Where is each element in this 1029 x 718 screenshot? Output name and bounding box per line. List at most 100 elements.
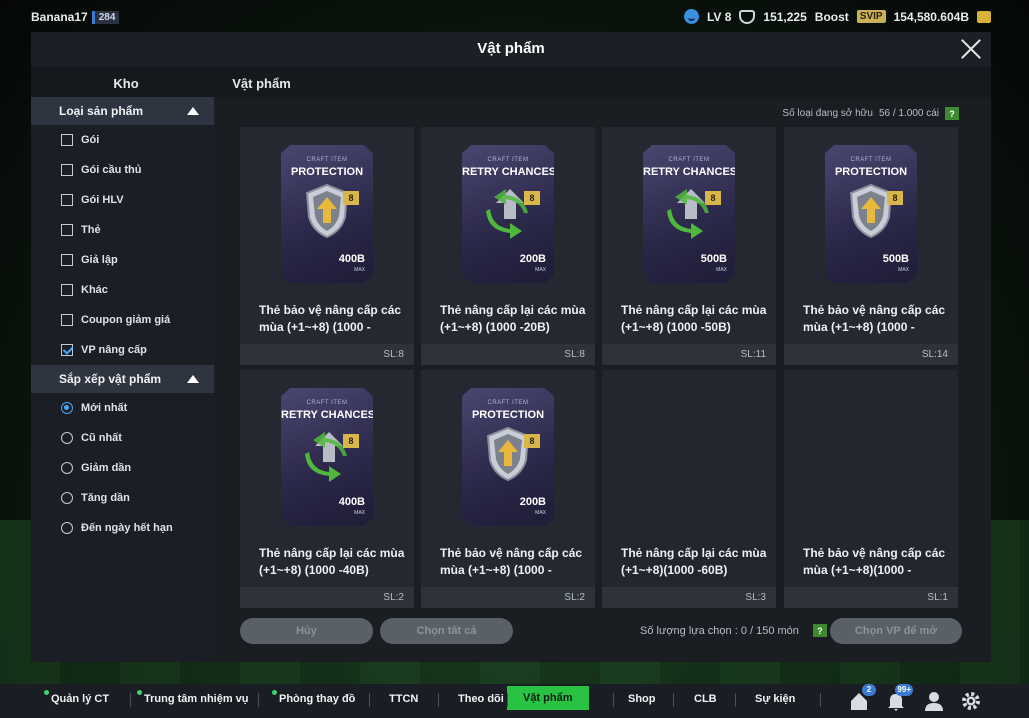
radio-button[interactable] [61,522,73,534]
item-cell[interactable]: Thẻ nâng cấp lại các mùa (+1~+8)(1000 -6… [602,370,776,608]
item-name: Thẻ bảo vệ nâng cấp các mùa (+1~+8) (100… [440,546,583,577]
sort-option[interactable]: Đến ngày hết hạn [31,513,214,543]
cancel-button[interactable]: Hủy [240,618,373,644]
card-value: 500B [882,253,909,265]
checkbox[interactable] [61,314,73,326]
nav-item[interactable]: Shop [628,693,656,705]
home-icon[interactable]: 2 [848,684,876,712]
sort-option[interactable]: Cũ nhất [31,423,214,453]
item-cell[interactable]: CRAFT ITEM PROTECTION 8 400B MAX Thẻ bảo vệ n… [240,127,414,365]
select-all-button[interactable]: Chọn tất cả [380,618,513,644]
filter-option[interactable]: Gói HLV [31,185,214,215]
checkbox[interactable] [61,164,73,176]
radio-button[interactable] [61,432,73,444]
bell-icon[interactable]: 99+ [885,684,913,712]
filter-option-label: Coupon giảm giá [81,314,171,326]
filter-option-label: VP nâng cấp [81,344,147,356]
tab-kho[interactable]: Kho [91,76,161,91]
nav-item[interactable]: Vật phẩm [507,686,589,710]
card-title: PROTECTION [834,166,908,178]
filter-option[interactable]: Gói [31,125,214,155]
nav-item[interactable]: Quản lý CT [44,690,110,705]
notification-dot [272,690,277,695]
item-quantity: SL:8 [240,344,414,365]
profile-icon[interactable] [923,690,945,712]
item-cell[interactable]: Thẻ bảo vệ nâng cấp các mùa (+1~+8)(1000… [784,370,958,608]
radio-button[interactable] [61,402,73,414]
checkbox[interactable] [61,254,73,266]
checkbox[interactable] [61,194,73,206]
sort-option-label: Cũ nhất [81,432,122,444]
settings-gear-icon[interactable] [960,690,982,712]
card-max-label: MAX [898,267,909,273]
user-info[interactable]: Banana17 284 [31,10,120,24]
nav-item[interactable]: Phòng thay đồ [272,690,355,705]
nav-item-label: Sự kiện [755,693,796,705]
nav-item[interactable]: Sự kiện [755,693,795,705]
nav-item[interactable]: CLB [694,693,717,705]
sort-option[interactable]: Giảm dần [31,453,214,483]
item-cell[interactable]: CRAFT ITEM RETRY CHANCES 8 500B MAX Thẻ nâng … [602,127,776,365]
sort-option-label: Tăng dần [81,492,130,504]
nav-item[interactable]: Trung tâm nhiệm vụ [137,690,249,705]
nav-item[interactable]: TTCN [389,693,418,705]
nav-item[interactable]: Theo dõi [458,693,504,705]
card-caption: CRAFT ITEM [306,400,348,406]
filter-option-label: Gói cầu thủ [81,164,142,176]
filter-option[interactable]: Khác [31,275,214,305]
item-name: Thẻ bảo vệ nâng cấp các mùa (+1~+8) (100… [259,303,402,334]
bottom-nav: 2 99+ Quản lý CT Trung tâm nhiệm vụ Phòng … [0,684,1029,718]
help-icon[interactable]: ? [812,624,827,637]
filter-section-header[interactable]: Loại sản phẩm [31,97,214,125]
filter-option[interactable]: Giả lập [31,245,214,275]
filter-option-label: Gói [81,134,100,146]
modal-header: Vật phẩm [31,32,991,67]
checkbox[interactable] [61,134,73,146]
radio-button[interactable] [61,492,73,504]
stats-group: LV 8 151,225 Boost SVIP 154,580.604B [683,9,991,24]
card-caption: CRAFT ITEM [306,157,348,163]
open-items-button[interactable]: Chọn VP để mở [830,618,962,644]
nav-separator [369,693,370,707]
item-cell[interactable]: CRAFT ITEM PROTECTION 8 500B MAX Thẻ bảo vệ n… [784,127,958,365]
card-value: 400B [338,253,365,265]
radio-button[interactable] [61,462,73,474]
card-value: 400B [338,496,365,508]
close-icon[interactable] [959,37,983,61]
checkbox[interactable] [61,284,73,296]
sort-option-label: Mới nhất [81,402,128,414]
item-cell[interactable]: CRAFT ITEM RETRY CHANCES 8 400B MAX Thẻ nâng … [240,370,414,608]
card-title: PROTECTION [471,409,545,421]
filter-option[interactable]: Gói cầu thủ [31,155,214,185]
item-quantity: SL:2 [421,587,595,608]
item-cell[interactable]: CRAFT ITEM PROTECTION 8 200B MAX Thẻ bảo vệ n… [421,370,595,608]
selection-counter: Số lượng lựa chọn : 0 / 150 món ? [640,624,827,637]
card-max-label: MAX [535,510,546,516]
tab-vat-pham[interactable]: Vật phẩm [194,76,329,98]
item-name: Thẻ nâng cấp lại các mùa (+1~+8) (1000 -… [440,303,586,334]
sort-option[interactable]: Mới nhất [31,393,214,423]
item-cell[interactable]: CRAFT ITEM RETRY CHANCES 8 200B MAX Thẻ nâng … [421,127,595,365]
help-icon[interactable]: ? [945,107,959,120]
username: Banana17 [31,10,88,24]
item-content: Số loại đang sở hữu 56 / 1.000 cái ? CRA… [214,97,991,662]
checkbox[interactable] [61,344,73,356]
nav-item-label: Quản lý CT [51,693,110,705]
filter-option[interactable]: VP nâng cấp [31,335,214,365]
home-badge: 2 [862,684,876,696]
card-value: 200B [519,253,546,265]
card-level-badge: 8 [887,191,903,205]
filter-option[interactable]: Coupon giảm giá [31,305,214,335]
boost-label[interactable]: Boost [815,10,849,24]
item-quantity: SL:8 [421,344,595,365]
item-card: CRAFT ITEM PROTECTION 8 500B MAX [825,145,917,283]
shield-icon [739,9,756,24]
nav-item-label: CLB [694,693,717,705]
item-name: Thẻ nâng cấp lại các mùa (+1~+8) (1000 -… [621,303,767,334]
sort-option[interactable]: Tăng dần [31,483,214,513]
sort-section-header[interactable]: Sắp xếp vật phẩm [31,365,214,393]
checkbox[interactable] [61,224,73,236]
card-level-badge: 8 [705,191,721,205]
sort-option-label: Đến ngày hết hạn [81,522,173,534]
filter-option[interactable]: Thẻ [31,215,214,245]
